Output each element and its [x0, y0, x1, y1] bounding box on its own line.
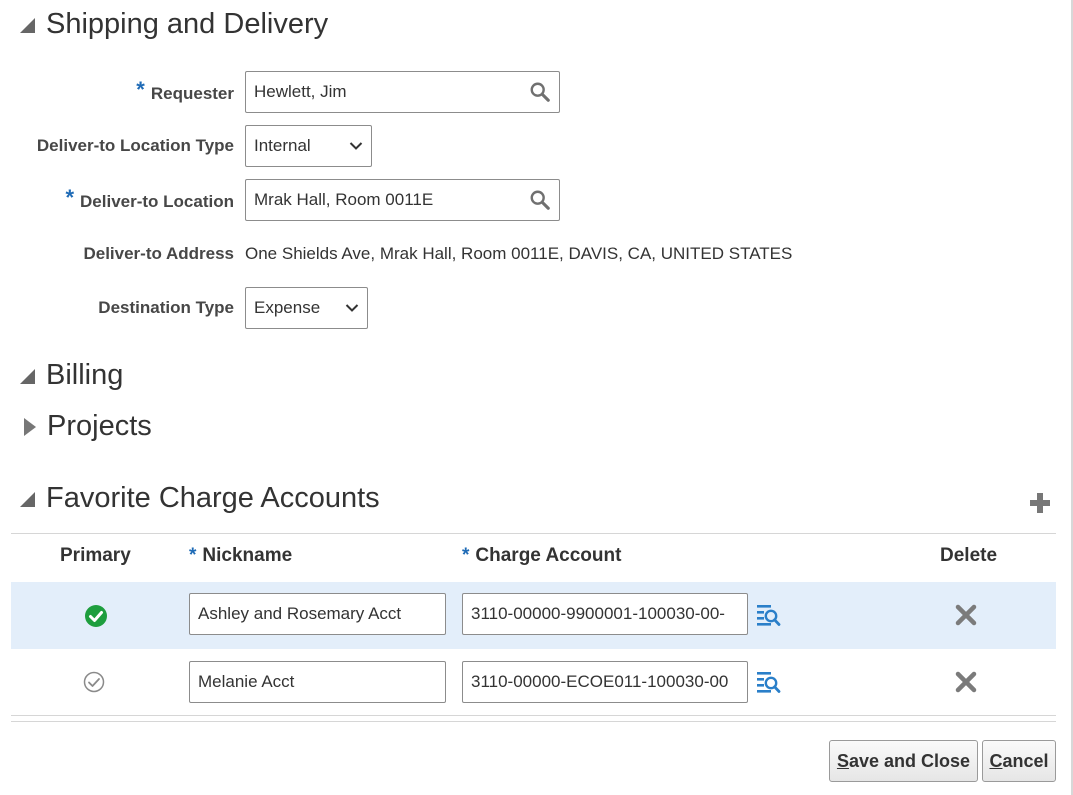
collapse-triangle-icon[interactable] [20, 492, 35, 507]
chevron-down-icon [345, 304, 359, 312]
table-bottom-divider [11, 721, 1056, 722]
charge-account-input[interactable]: 3110-00000-9900001-100030-00- [462, 593, 748, 635]
billing-section-header[interactable]: Billing [20, 359, 123, 392]
required-marker: * [136, 77, 145, 102]
nickname-input[interactable]: Melanie Acct [189, 661, 446, 703]
primary-check-icon[interactable] [84, 604, 108, 628]
table-top-divider [11, 533, 1056, 534]
save-and-close-button[interactable]: Save and Close [829, 740, 978, 782]
required-marker: * [65, 185, 75, 210]
column-header-charge-account: * Charge Account [462, 545, 622, 566]
delete-icon[interactable] [955, 671, 977, 693]
column-header-nickname: * Nickname [189, 545, 293, 566]
location-label: * Deliver-to Location [65, 185, 234, 211]
favorites-section-header[interactable]: Favorite Charge Accounts [20, 482, 380, 515]
search-icon[interactable] [529, 81, 551, 103]
favorites-section-title: Favorite Charge Accounts [46, 482, 380, 514]
collapse-triangle-icon[interactable] [20, 369, 35, 384]
column-header-primary: Primary [60, 545, 131, 566]
add-icon[interactable] [1028, 491, 1052, 515]
expand-triangle-icon[interactable] [24, 417, 36, 436]
table-row-divider [11, 715, 1056, 716]
projects-section-header[interactable]: Projects [20, 410, 152, 443]
primary-check-outline-icon[interactable] [83, 671, 105, 693]
shipping-section-title: Shipping and Delivery [46, 8, 329, 40]
projects-section-title: Projects [47, 410, 152, 442]
address-value: One Shields Ave, Mrak Hall, Room 0011E, … [245, 244, 793, 263]
account-search-icon[interactable] [755, 669, 781, 695]
column-header-delete: Delete [940, 545, 998, 566]
nickname-input[interactable]: Ashley and Rosemary Acct [189, 593, 446, 635]
collapse-triangle-icon[interactable] [20, 18, 35, 33]
location-type-select[interactable]: Internal [245, 125, 372, 167]
billing-section-title: Billing [46, 359, 124, 391]
account-search-icon[interactable] [755, 602, 781, 628]
requester-row: * Requester Hewlett, Jim [0, 71, 560, 113]
destination-type-label: Destination Type [98, 298, 234, 317]
requester-input[interactable]: Hewlett, Jim [245, 71, 560, 113]
table-row[interactable]: Melanie Acct 3110-00000-ECOE011-100030-0… [11, 649, 1056, 716]
location-type-row: Deliver-to Location Type Internal [0, 125, 372, 167]
delete-icon[interactable] [955, 604, 977, 626]
location-type-label: Deliver-to Location Type [36, 136, 234, 155]
search-icon[interactable] [529, 189, 551, 211]
chevron-down-icon [349, 142, 363, 150]
address-label: Deliver-to Address [83, 244, 234, 263]
cancel-button[interactable]: Cancel [982, 740, 1056, 782]
destination-type-select[interactable]: Expense [245, 287, 368, 329]
destination-type-row: Destination Type Expense [0, 287, 368, 329]
address-row: Deliver-to Address One Shields Ave, Mrak… [0, 233, 792, 275]
table-row[interactable]: Ashley and Rosemary Acct 3110-00000-9900… [11, 582, 1056, 649]
location-input[interactable]: Mrak Hall, Room 0011E [245, 179, 560, 221]
shipping-section-header[interactable]: Shipping and Delivery [20, 8, 328, 41]
requester-label: * Requester [136, 77, 234, 103]
charge-account-input[interactable]: 3110-00000-ECOE011-100030-00 [462, 661, 748, 703]
location-row: * Deliver-to Location Mrak Hall, Room 001… [0, 179, 560, 221]
